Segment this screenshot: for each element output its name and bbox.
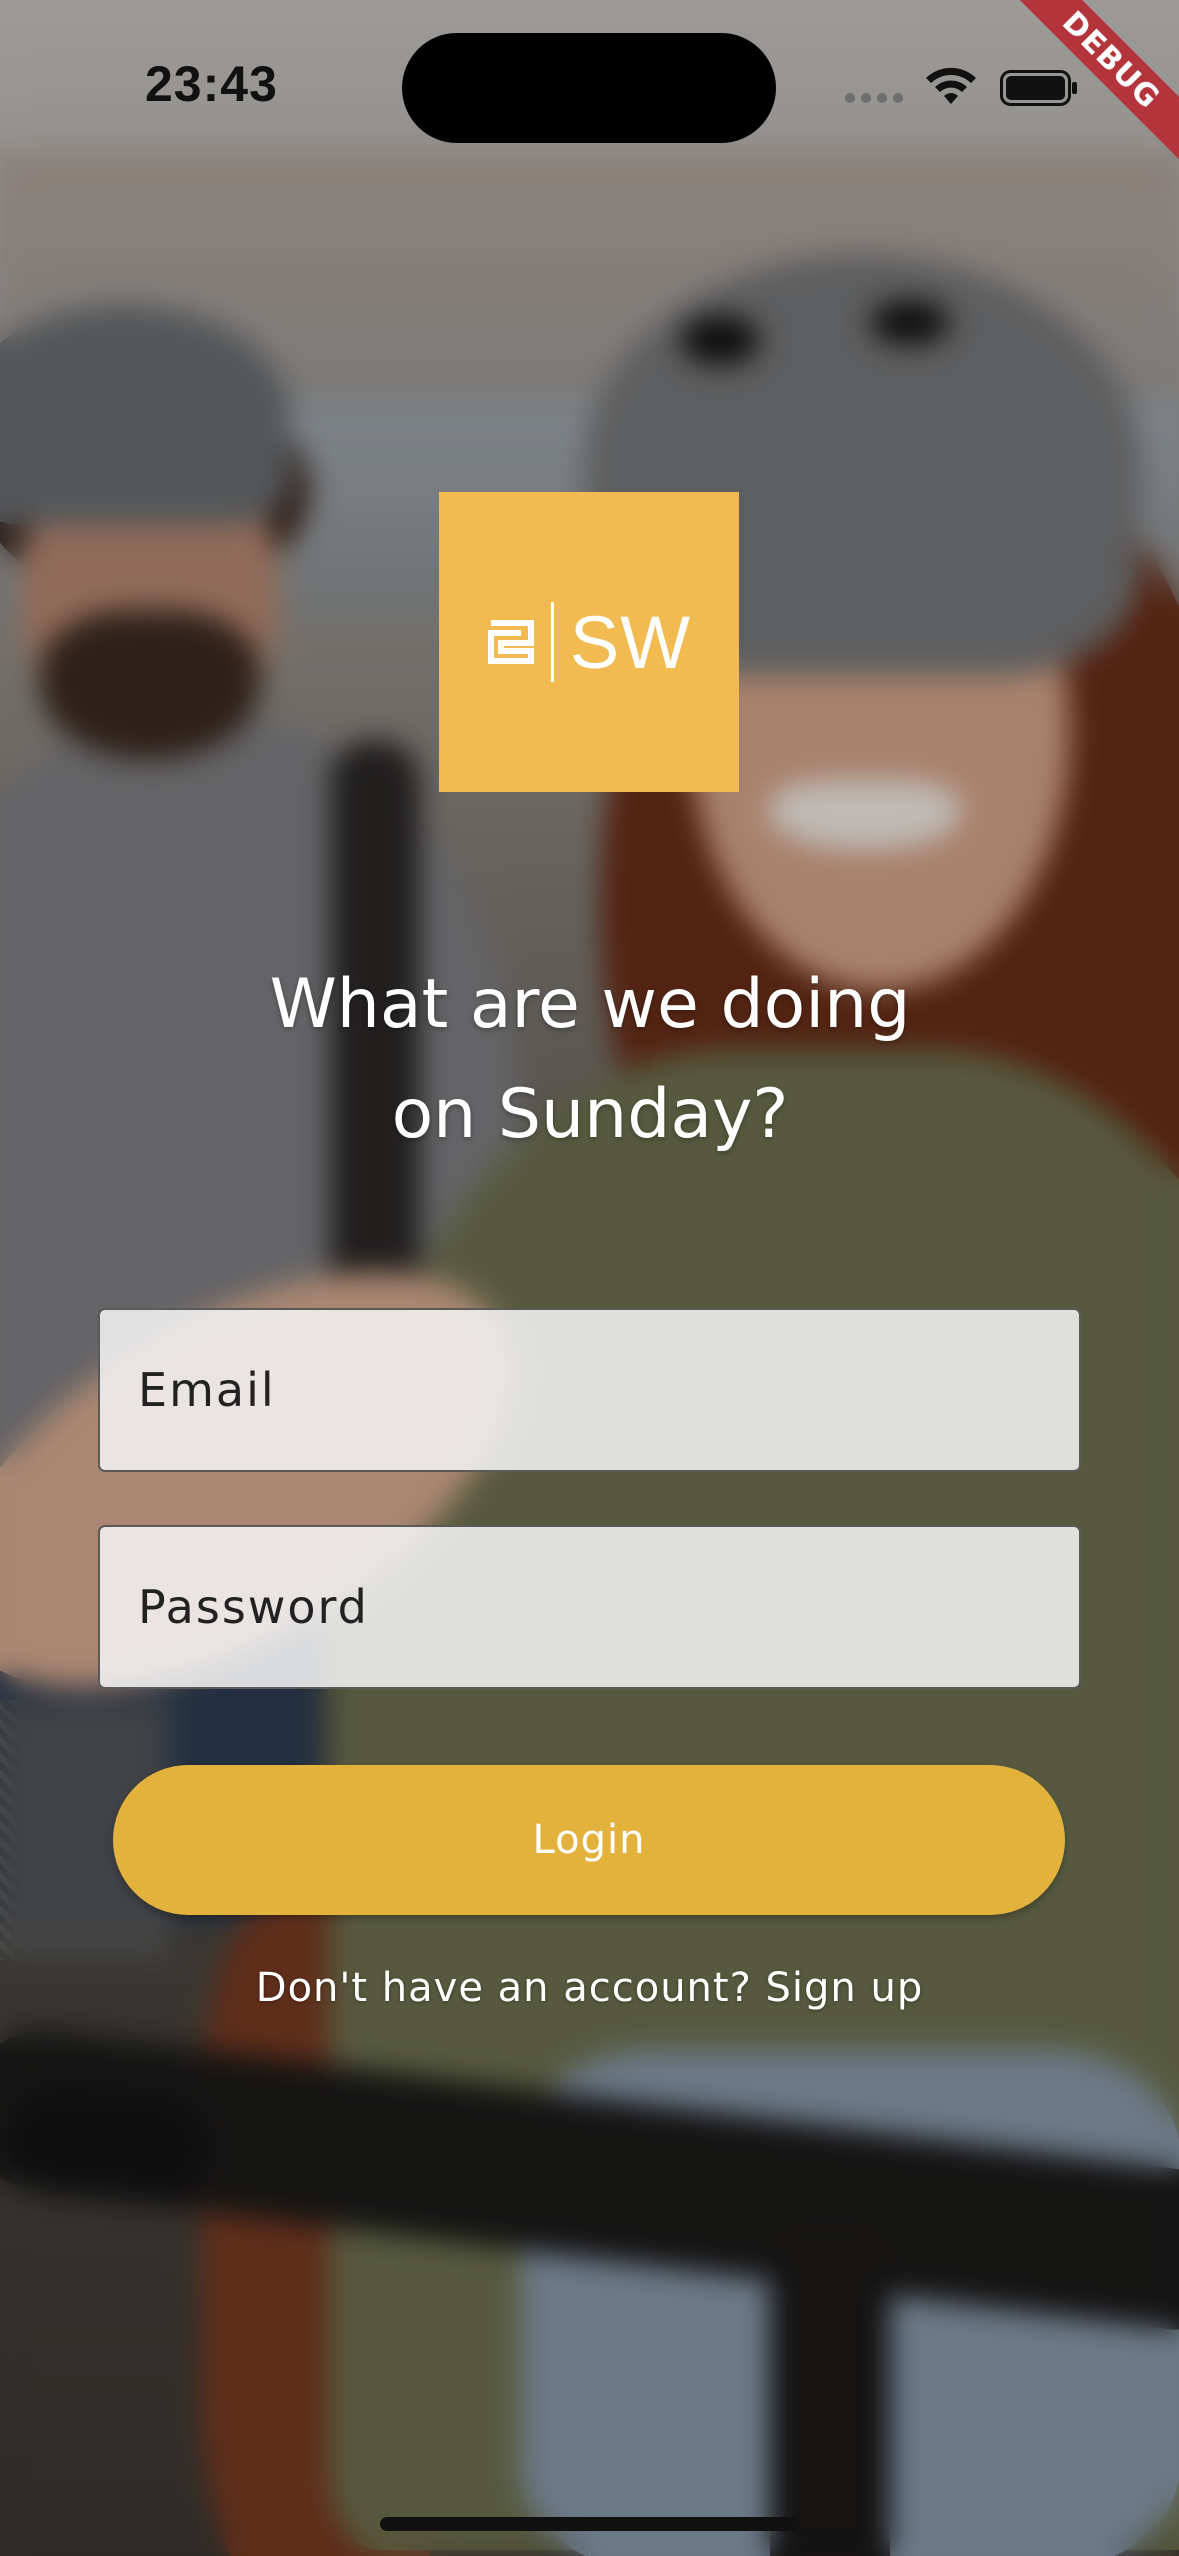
logo-text: SW <box>569 600 692 684</box>
logo-divider <box>550 602 554 682</box>
headline-line-2: on Sunday? <box>391 1075 789 1154</box>
password-field[interactable] <box>98 1525 1081 1689</box>
dynamic-island <box>402 33 776 143</box>
battery-icon <box>1000 70 1077 106</box>
login-button[interactable]: Login <box>113 1765 1065 1915</box>
status-bar: 23:43 <box>0 0 1179 170</box>
background-dim-overlay <box>0 0 1179 2556</box>
status-time: 23:43 <box>145 56 278 112</box>
email-field[interactable] <box>98 1308 1081 1472</box>
password-input[interactable] <box>136 1579 1079 1635</box>
headline-line-1: What are we doing <box>269 965 911 1044</box>
signal-dots-icon <box>845 93 907 105</box>
email-input[interactable] <box>136 1362 1079 1418</box>
signup-link[interactable]: Don't have an account? Sign up <box>0 1965 1179 2011</box>
home-indicator <box>380 2517 800 2531</box>
headline: What are we doing on Sunday? <box>140 950 1040 1170</box>
app-logo: SW <box>439 492 739 792</box>
logo-mark-icon <box>487 620 534 664</box>
wifi-icon <box>926 67 976 104</box>
